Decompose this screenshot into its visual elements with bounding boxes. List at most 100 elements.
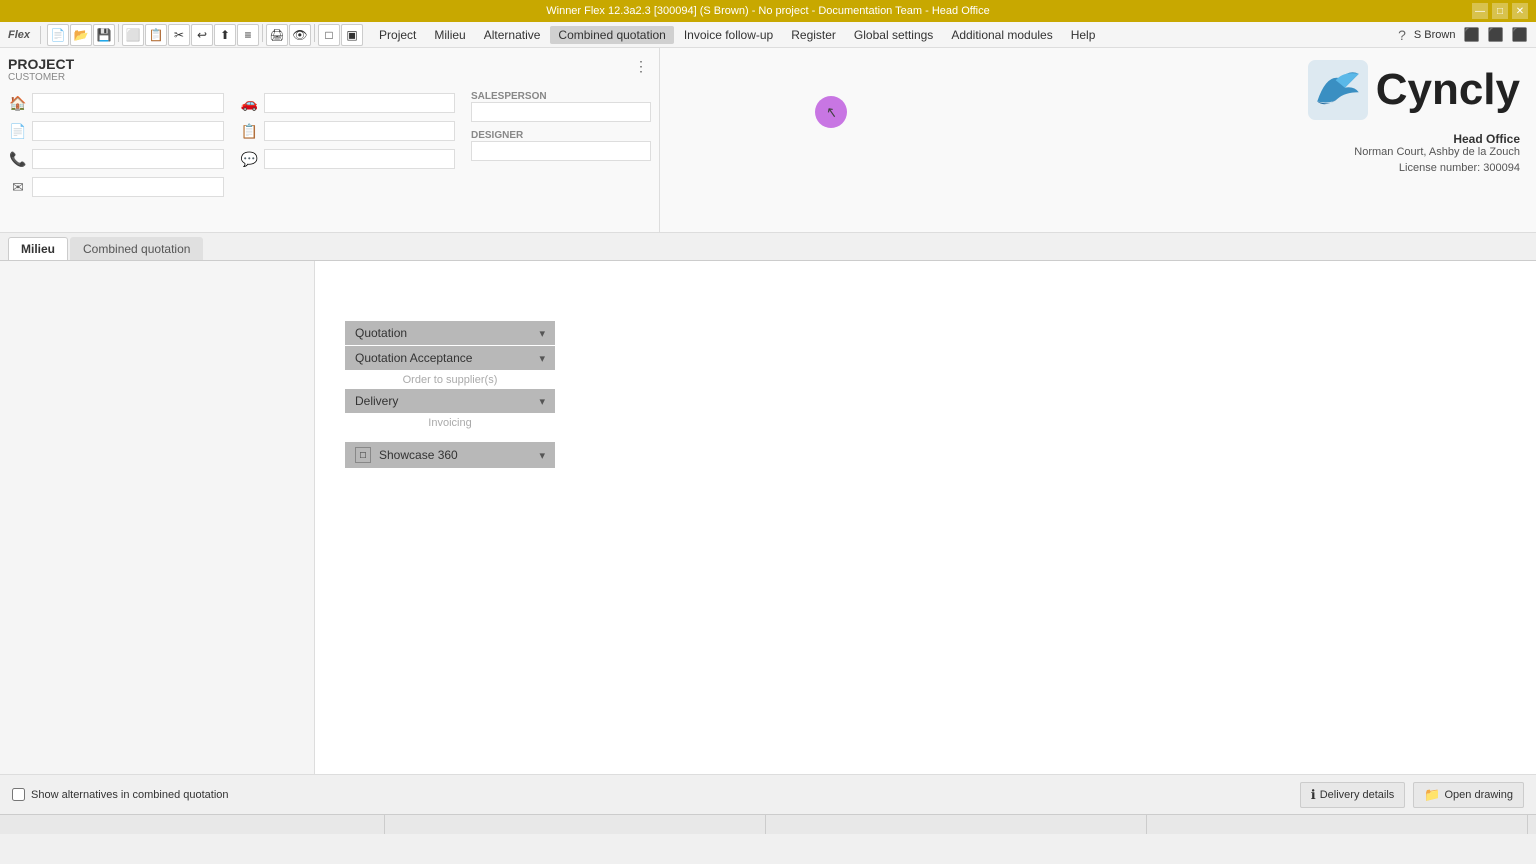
quotation-chevron: ▾ — [539, 327, 545, 340]
showcase-icon: ☐ — [355, 447, 371, 463]
designer-label: DESIGNER — [471, 130, 651, 141]
field2b-input[interactable] — [264, 121, 456, 141]
main-content: PROJECT CUSTOMER ⋮ 🏠 📄 — [0, 48, 1536, 774]
phone-row: 📞 — [8, 147, 224, 171]
copy-btn[interactable]: ⬜ — [122, 24, 144, 46]
cyncly-logo: Cyncly — [1308, 60, 1520, 120]
home-icon: 🏠 — [8, 93, 28, 113]
field2c-input[interactable] — [264, 149, 456, 169]
left-sidebar — [0, 261, 315, 774]
title-text: Winner Flex 12.3a2.3 [300094] (S Brown) … — [546, 5, 989, 17]
toolbar-icon-right2[interactable]: ⬛ — [1488, 27, 1504, 43]
align-btn[interactable]: ≡ — [237, 24, 259, 46]
license-info: License number: 300094 — [1399, 162, 1520, 174]
user-name: S Brown — [1414, 29, 1456, 41]
email-input[interactable] — [32, 177, 224, 197]
doc2-row: 📋 — [240, 119, 456, 143]
folder-icon: 📁 — [1424, 787, 1440, 803]
phone-icon: 📞 — [8, 149, 28, 169]
menu-invoice-followup[interactable]: Invoice follow-up — [676, 26, 781, 44]
company-info: Head Office Norman Court, Ashby de la Zo… — [1354, 132, 1520, 158]
menu-project[interactable]: Project — [371, 26, 424, 44]
field2a-input[interactable] — [264, 93, 456, 113]
workflow-quotation-acceptance[interactable]: Quotation Acceptance ▾ — [345, 346, 555, 370]
doc-icon: 📄 — [8, 121, 28, 141]
extra-btn1[interactable]: □ — [318, 24, 340, 46]
show-alternatives-checkbox[interactable] — [12, 788, 25, 801]
home-row: 🏠 — [8, 91, 224, 115]
menu-global-settings[interactable]: Global settings — [846, 26, 941, 44]
status-bar — [0, 814, 1536, 834]
workflow-invoicing: Invoicing — [345, 414, 555, 432]
workflow-showcase[interactable]: ☐ Showcase 360 ▾ — [345, 442, 555, 468]
email-row: ✉ — [8, 175, 224, 199]
open-btn[interactable]: 📂 — [70, 24, 92, 46]
info-icon: ℹ — [1311, 787, 1316, 803]
new-btn[interactable]: 📄 — [47, 24, 69, 46]
salesperson-input[interactable] — [471, 102, 651, 122]
menu-help[interactable]: Help — [1063, 26, 1104, 44]
msg-row: 🚗 — [240, 91, 456, 115]
redo-btn[interactable]: ⬆ — [214, 24, 236, 46]
toolbar-icon-right1[interactable]: ⬛ — [1463, 27, 1479, 43]
undo-btn[interactable]: ↩ — [191, 24, 213, 46]
preview-btn[interactable]: 👁 — [289, 24, 311, 46]
menu-register[interactable]: Register — [783, 26, 844, 44]
workflow-panel: Quotation ▾ Quotation Acceptance ▾ Order… — [345, 321, 555, 470]
workflow-quotation[interactable]: Quotation ▾ — [345, 321, 555, 345]
phone-input[interactable] — [32, 149, 224, 169]
show-alternatives-label: Show alternatives in combined quotation — [31, 789, 229, 801]
project-panel: PROJECT CUSTOMER ⋮ 🏠 📄 — [0, 48, 660, 232]
maximize-button[interactable]: □ — [1492, 3, 1508, 19]
open-drawing-btn[interactable]: 📁 Open drawing — [1413, 782, 1524, 808]
project-title: PROJECT — [8, 56, 74, 72]
workflow-delivery[interactable]: Delivery ▾ — [345, 389, 555, 413]
cursor-indicator: ↖ — [815, 96, 847, 128]
help-icon[interactable]: ? — [1398, 27, 1406, 43]
msg2-icon: 💬 — [240, 149, 260, 169]
car-icon: 🚗 — [240, 93, 260, 113]
tab-milieu[interactable]: Milieu — [8, 237, 68, 260]
bottom-bar: Show alternatives in combined quotation … — [0, 774, 1536, 814]
work-area: Quotation ▾ Quotation Acceptance ▾ Order… — [315, 261, 1536, 774]
extra-btn2[interactable]: ▣ — [341, 24, 363, 46]
designer-input[interactable] — [471, 141, 651, 161]
cyncly-icon — [1308, 60, 1368, 120]
menu-alternative[interactable]: Alternative — [476, 26, 549, 44]
address-input[interactable] — [32, 93, 224, 113]
quotation-acceptance-label: Quotation Acceptance — [355, 351, 472, 365]
tab-combined-quotation[interactable]: Combined quotation — [70, 237, 203, 260]
cut-btn[interactable]: ✂ — [168, 24, 190, 46]
menu-additional-modules[interactable]: Additional modules — [943, 26, 1060, 44]
menu-combined-quotation[interactable]: Combined quotation — [550, 26, 673, 44]
save-btn[interactable]: 💾 — [93, 24, 115, 46]
paste-btn[interactable]: 📋 — [145, 24, 167, 46]
doc-input[interactable] — [32, 121, 224, 141]
options-btn[interactable]: ⋮ — [631, 56, 651, 76]
company-address: Norman Court, Ashby de la Zouch — [1354, 146, 1520, 158]
bottom-actions: ℹ Delivery details 📁 Open drawing — [1300, 782, 1524, 808]
salesperson-label: SALESPERSON — [471, 91, 651, 102]
status-cell-2 — [389, 815, 766, 834]
menu-milieu[interactable]: Milieu — [426, 26, 473, 44]
tabs-area: Milieu Combined quotation — [0, 233, 1536, 261]
toolbar-icon-right3[interactable]: ⬛ — [1512, 27, 1528, 43]
title-bar: Winner Flex 12.3a2.3 [300094] (S Brown) … — [0, 0, 1536, 22]
delivery-details-btn[interactable]: ℹ Delivery details — [1300, 782, 1406, 808]
workflow-order-to-supplier: Order to supplier(s) — [345, 371, 555, 389]
email-icon: ✉ — [8, 177, 28, 197]
minimize-button[interactable]: — — [1472, 3, 1488, 19]
close-button[interactable]: ✕ — [1512, 3, 1528, 19]
delivery-details-label: Delivery details — [1320, 789, 1395, 801]
designer-section: DESIGNER — [471, 130, 651, 161]
status-cell-1 — [8, 815, 385, 834]
show-alternatives-section: Show alternatives in combined quotation — [12, 788, 229, 801]
print-btn[interactable]: 🖨 — [266, 24, 288, 46]
showcase-label: Showcase 360 — [379, 448, 458, 462]
project-subtitle: CUSTOMER — [8, 72, 74, 83]
showcase-chevron: ▾ — [539, 449, 545, 462]
right-panel: ↖ Cyncly Head Office Norman Court, Ashby… — [660, 48, 1536, 232]
quotation-label: Quotation — [355, 326, 407, 340]
delivery-label: Delivery — [355, 394, 398, 408]
flex-label: Flex — [4, 29, 34, 41]
